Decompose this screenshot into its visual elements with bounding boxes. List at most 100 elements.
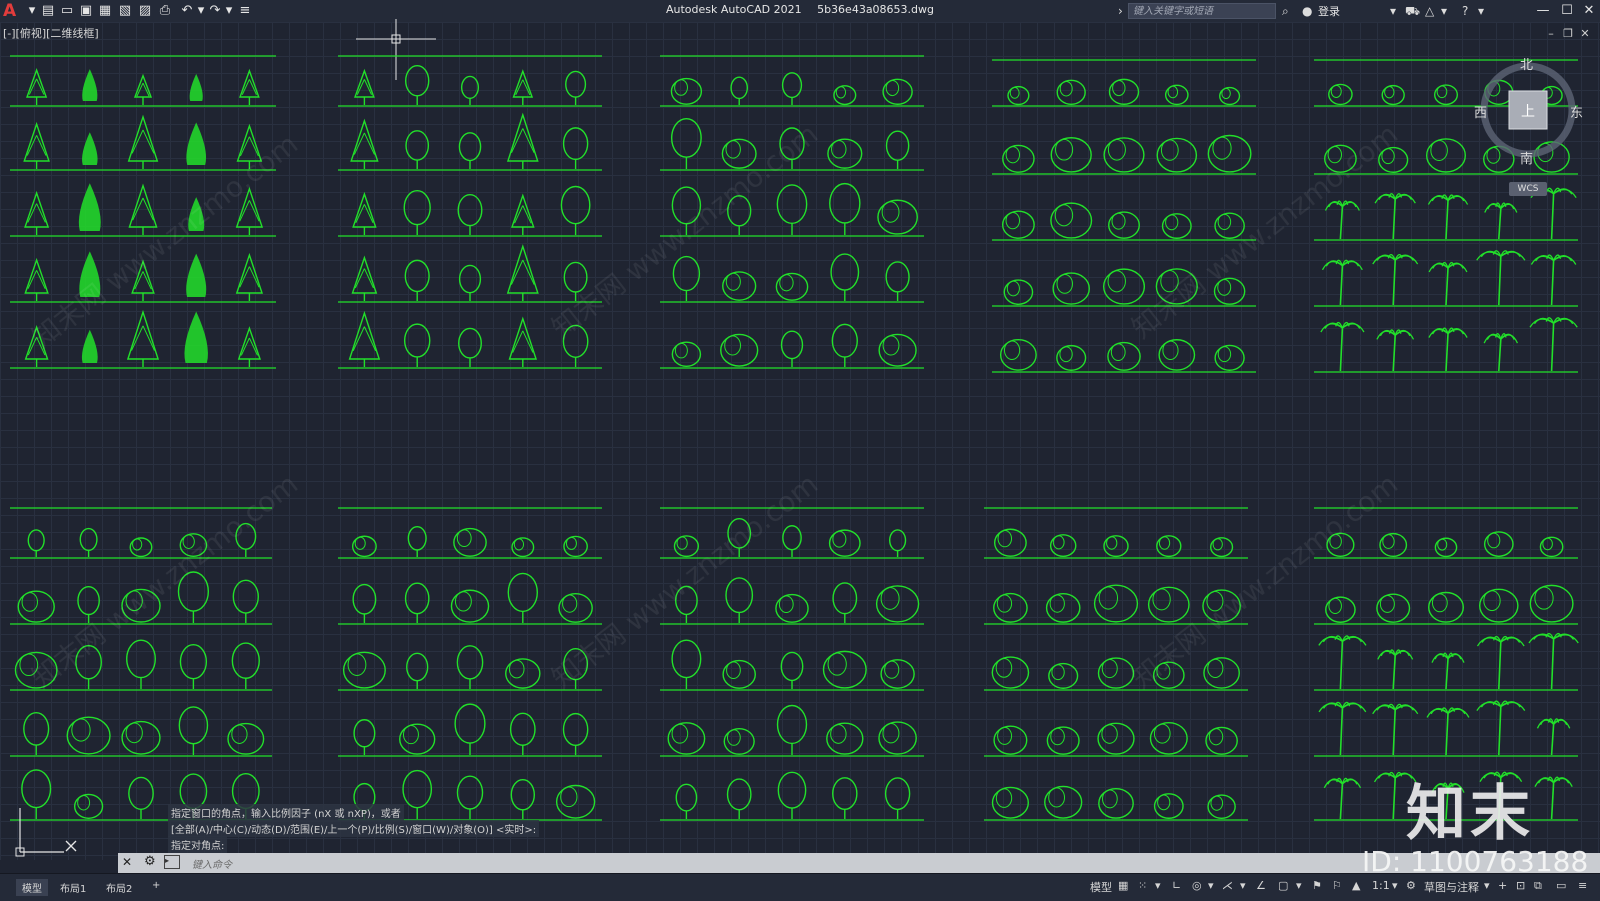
tree-round xyxy=(672,255,701,292)
shrub-detail xyxy=(1160,270,1179,293)
model-space-button[interactable]: 模型 xyxy=(1090,879,1112,895)
tab-model[interactable]: 模型 xyxy=(16,879,48,896)
shrub-detail xyxy=(884,660,900,679)
shrub-detail xyxy=(676,536,688,550)
tree-round xyxy=(509,712,536,746)
viewport-restore-icon[interactable]: ❐ xyxy=(1561,27,1575,41)
tree-columnar xyxy=(184,311,208,363)
add-layout-button[interactable]: + xyxy=(146,879,166,892)
shrub-detail xyxy=(997,726,1013,745)
polar-dropdown-icon[interactable]: ▾ xyxy=(1208,879,1214,892)
ortho-icon[interactable]: ∟ xyxy=(1172,879,1181,892)
tree-round xyxy=(77,585,100,616)
command-history-line: 指定窗口的角点，输入比例因子 (nX 或 nXP)，或者 xyxy=(168,804,404,821)
object-snap-tracking-icon[interactable]: ∠ xyxy=(1256,879,1266,892)
grid-icon[interactable]: ▦ xyxy=(1118,879,1128,892)
wcs-menu[interactable]: WCS xyxy=(1509,182,1547,196)
tree-round xyxy=(404,582,430,615)
shrub-detail xyxy=(1437,538,1448,551)
tab-layout2[interactable]: 布局2 xyxy=(100,879,138,896)
shrub-detail xyxy=(1005,211,1021,230)
tree-conifer xyxy=(23,121,50,162)
shrub-detail xyxy=(1101,789,1118,809)
tab-layout1[interactable]: 布局1 xyxy=(54,879,92,896)
tree-round xyxy=(831,323,858,358)
tree-round xyxy=(456,775,484,810)
shrub-detail xyxy=(995,657,1013,678)
viewport-minimize-icon[interactable]: – xyxy=(1544,27,1558,41)
viewcube-east[interactable]: 东 xyxy=(1570,102,1583,121)
tree-round xyxy=(507,572,539,613)
id-watermark: ID: 1100763188 xyxy=(1362,845,1589,878)
tree-round xyxy=(780,651,804,682)
annotation-visibility-icon[interactable]: ⚑ xyxy=(1312,879,1322,892)
annotation-scale-icon[interactable]: ▲ xyxy=(1352,879,1360,892)
tree-round xyxy=(829,182,861,224)
shrub-detail xyxy=(725,140,741,159)
tree-conifer xyxy=(351,255,378,294)
shrub-detail xyxy=(671,723,689,744)
isodraft-dropdown-icon[interactable]: ▾ xyxy=(1240,879,1246,892)
workspace-gear-icon[interactable]: ⚙ xyxy=(1406,879,1416,892)
clean-screen-icon[interactable]: ▭ xyxy=(1556,879,1566,892)
object-snap-icon[interactable]: ▢ xyxy=(1278,879,1288,892)
shrub-detail xyxy=(1329,533,1342,549)
workspace-switch[interactable]: 草图与注释 xyxy=(1424,879,1479,895)
auto-scale-icon[interactable]: ⚐ xyxy=(1332,879,1342,892)
shrub-detail xyxy=(513,538,525,551)
shrub-detail xyxy=(125,590,143,612)
viewcube-south[interactable]: 南 xyxy=(1520,148,1533,167)
viewport-close-icon[interactable]: ✕ xyxy=(1578,27,1592,41)
viewcube-north[interactable]: 北 xyxy=(1520,54,1533,73)
object-snap-dropdown-icon[interactable]: ▾ xyxy=(1296,879,1302,892)
palm-trunk xyxy=(1445,658,1449,690)
annotation-monitor-icon[interactable]: + xyxy=(1498,879,1507,892)
shrub-detail xyxy=(1210,795,1224,811)
shrub-detail xyxy=(1165,214,1179,231)
polar-icon[interactable]: ◎ xyxy=(1192,879,1202,892)
palm-trunk xyxy=(1339,328,1344,372)
tree-round xyxy=(884,777,911,811)
viewport-controls-label[interactable]: [-][俯视][二维线框] xyxy=(3,25,99,41)
workspace-dropdown-icon[interactable]: ▾ xyxy=(1484,879,1490,892)
command-close-icon[interactable]: ✕ xyxy=(122,855,132,869)
snap-icon[interactable]: ⁙ xyxy=(1138,879,1147,892)
palm-trunk xyxy=(1550,724,1555,756)
shrub-detail xyxy=(779,274,794,292)
snap-dropdown-icon[interactable]: ▾ xyxy=(1155,879,1161,892)
shrub-detail xyxy=(562,594,578,613)
recent-commands-icon[interactable]: ▸ xyxy=(164,855,180,869)
shrub-detail xyxy=(1212,538,1223,551)
shrub-detail xyxy=(1384,85,1395,99)
palm-trunk xyxy=(1445,267,1449,306)
units-icon[interactable]: ⊡ xyxy=(1516,879,1525,892)
tree-round xyxy=(231,642,260,679)
viewcube-west[interactable]: 西 xyxy=(1474,102,1487,121)
isodraft-icon[interactable]: ⋌ xyxy=(1222,879,1233,892)
tree-round xyxy=(830,253,860,291)
shrub-detail xyxy=(354,536,366,550)
shrub-detail xyxy=(882,335,900,356)
shrub-detail xyxy=(1111,212,1126,230)
tree-round xyxy=(727,517,752,549)
viewcube-top-face[interactable]: 上 xyxy=(1521,101,1535,121)
scale-dropdown-icon[interactable]: ▾ xyxy=(1392,879,1398,892)
tree-round xyxy=(510,778,536,811)
tree-round xyxy=(563,648,589,681)
annotation-scale-value[interactable]: 1:1 xyxy=(1372,879,1390,892)
shrub-detail xyxy=(1101,724,1118,744)
tree-round xyxy=(674,585,698,616)
command-customize-icon[interactable]: ⚙ xyxy=(144,854,156,869)
shrub-detail xyxy=(21,592,38,612)
customization-icon[interactable]: ≡ xyxy=(1578,879,1587,892)
tree-round xyxy=(562,324,589,358)
tree-round xyxy=(670,117,702,158)
tree-round xyxy=(730,76,749,100)
command-input[interactable]: 键入命令 xyxy=(192,856,232,871)
quick-properties-icon[interactable]: ⧉ xyxy=(1534,879,1542,893)
tree-columnar xyxy=(82,132,98,165)
plant-blocks-drawing[interactable] xyxy=(0,0,1600,900)
shrub-detail xyxy=(1059,80,1073,97)
palm-trunk xyxy=(1392,260,1396,306)
tree-conifer xyxy=(506,244,539,294)
